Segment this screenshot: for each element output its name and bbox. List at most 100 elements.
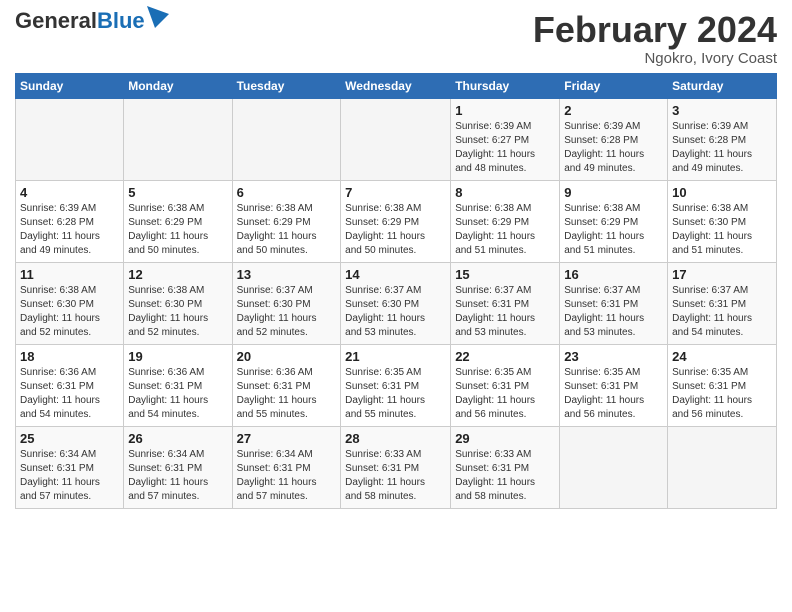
calendar-week-row: 11 Sunrise: 6:38 AM Sunset: 6:30 PM Dayli…: [16, 262, 777, 344]
table-row: 23 Sunrise: 6:35 AM Sunset: 6:31 PM Dayli…: [560, 344, 668, 426]
col-wednesday: Wednesday: [341, 73, 451, 98]
day-number: 16: [564, 267, 663, 282]
table-row: 10Sunrise: 6:38 AM Sunset: 6:30 PM Dayli…: [668, 180, 777, 262]
calendar-week-row: 4 Sunrise: 6:39 AM Sunset: 6:28 PM Daylig…: [16, 180, 777, 262]
day-number: 29: [455, 431, 555, 446]
col-tuesday: Tuesday: [232, 73, 341, 98]
table-row: 4 Sunrise: 6:39 AM Sunset: 6:28 PM Daylig…: [16, 180, 124, 262]
table-row: 19 Sunrise: 6:36 AM Sunset: 6:31 PM Dayli…: [124, 344, 232, 426]
day-number: 25: [20, 431, 119, 446]
day-number: 18: [20, 349, 119, 364]
table-row: 24 Sunrise: 6:35 AM Sunset: 6:31 PM Dayli…: [668, 344, 777, 426]
day-number: 28: [345, 431, 446, 446]
logo: GeneralBlue: [15, 10, 169, 32]
day-info: Sunrise: 6:38 AM Sunset: 6:30 PM Dayligh…: [128, 284, 227, 340]
calendar-week-row: 18 Sunrise: 6:36 AM Sunset: 6:31 PM Dayli…: [16, 344, 777, 426]
logo-text: GeneralBlue: [15, 10, 145, 32]
table-row: 25 Sunrise: 6:34 AM Sunset: 6:31 PM Dayli…: [16, 426, 124, 508]
table-row: 8 Sunrise: 6:38 AM Sunset: 6:29 PM Daylig…: [451, 180, 560, 262]
table-row: [560, 426, 668, 508]
logo-arrow-icon: [147, 6, 169, 28]
col-sunday: Sunday: [16, 73, 124, 98]
calendar-week-row: 25 Sunrise: 6:34 AM Sunset: 6:31 PM Dayli…: [16, 426, 777, 508]
table-row: [124, 98, 232, 180]
day-info: Sunrise: 6:36 AM Sunset: 6:31 PM Dayligh…: [128, 366, 227, 422]
day-number: 17: [672, 267, 772, 282]
day-info: Sunrise: 6:35 AM Sunset: 6:31 PM Dayligh…: [564, 366, 663, 422]
day-info: Sunrise: 6:34 AM Sunset: 6:31 PM Dayligh…: [237, 448, 337, 504]
day-number: 23: [564, 349, 663, 364]
table-row: 22 Sunrise: 6:35 AM Sunset: 6:31 PM Dayli…: [451, 344, 560, 426]
day-info: Sunrise: 6:38 AM Sunset: 6:29 PM Dayligh…: [128, 202, 227, 258]
table-row: 17 Sunrise: 6:37 AM Sunset: 6:31 PM Dayli…: [668, 262, 777, 344]
day-info: Sunrise: 6:35 AM Sunset: 6:31 PM Dayligh…: [345, 366, 446, 422]
calendar-week-row: 1 Sunrise: 6:39 AM Sunset: 6:27 PM Daylig…: [16, 98, 777, 180]
day-number: 12: [128, 267, 227, 282]
day-number: 27: [237, 431, 337, 446]
table-row: 9 Sunrise: 6:38 AM Sunset: 6:29 PM Daylig…: [560, 180, 668, 262]
col-saturday: Saturday: [668, 73, 777, 98]
day-info: Sunrise: 6:33 AM Sunset: 6:31 PM Dayligh…: [345, 448, 446, 504]
table-row: 3Sunrise: 6:39 AM Sunset: 6:28 PM Daylig…: [668, 98, 777, 180]
day-number: 11: [20, 267, 119, 282]
table-row: 1 Sunrise: 6:39 AM Sunset: 6:27 PM Daylig…: [451, 98, 560, 180]
table-row: 27 Sunrise: 6:34 AM Sunset: 6:31 PM Dayli…: [232, 426, 341, 508]
day-number: 9: [564, 185, 663, 200]
table-row: 28 Sunrise: 6:33 AM Sunset: 6:31 PM Dayli…: [341, 426, 451, 508]
day-info: Sunrise: 6:39 AM Sunset: 6:28 PM Dayligh…: [564, 120, 663, 176]
day-number: 5: [128, 185, 227, 200]
day-number: 22: [455, 349, 555, 364]
day-number: 13: [237, 267, 337, 282]
table-row: 11 Sunrise: 6:38 AM Sunset: 6:30 PM Dayli…: [16, 262, 124, 344]
day-number: 24: [672, 349, 772, 364]
day-info: Sunrise: 6:38 AM Sunset: 6:30 PM Dayligh…: [672, 202, 772, 258]
day-number: 19: [128, 349, 227, 364]
table-row: [16, 98, 124, 180]
day-number: 6: [237, 185, 337, 200]
table-row: 13Sunrise: 6:37 AM Sunset: 6:30 PM Dayli…: [232, 262, 341, 344]
day-number: 2: [564, 103, 663, 118]
header: GeneralBlue February 2024 Ngokro, Ivory …: [15, 10, 777, 67]
calendar-table: Sunday Monday Tuesday Wednesday Thursday…: [15, 73, 777, 509]
day-number: 4: [20, 185, 119, 200]
day-number: 15: [455, 267, 555, 282]
day-info: Sunrise: 6:36 AM Sunset: 6:31 PM Dayligh…: [237, 366, 337, 422]
table-row: [668, 426, 777, 508]
table-row: 14 Sunrise: 6:37 AM Sunset: 6:30 PM Dayli…: [341, 262, 451, 344]
day-info: Sunrise: 6:39 AM Sunset: 6:28 PM Dayligh…: [20, 202, 119, 258]
day-number: 7: [345, 185, 446, 200]
day-info: Sunrise: 6:34 AM Sunset: 6:31 PM Dayligh…: [20, 448, 119, 504]
table-row: [232, 98, 341, 180]
table-row: 16Sunrise: 6:37 AM Sunset: 6:31 PM Dayli…: [560, 262, 668, 344]
day-number: 21: [345, 349, 446, 364]
day-number: 14: [345, 267, 446, 282]
col-thursday: Thursday: [451, 73, 560, 98]
main-title: February 2024: [533, 10, 777, 50]
subtitle: Ngokro, Ivory Coast: [533, 50, 777, 67]
day-number: 20: [237, 349, 337, 364]
day-number: 1: [455, 103, 555, 118]
table-row: 18 Sunrise: 6:36 AM Sunset: 6:31 PM Dayli…: [16, 344, 124, 426]
day-number: 8: [455, 185, 555, 200]
day-info: Sunrise: 6:39 AM Sunset: 6:27 PM Dayligh…: [455, 120, 555, 176]
day-info: Sunrise: 6:38 AM Sunset: 6:29 PM Dayligh…: [345, 202, 446, 258]
col-friday: Friday: [560, 73, 668, 98]
table-row: 2 Sunrise: 6:39 AM Sunset: 6:28 PM Daylig…: [560, 98, 668, 180]
day-info: Sunrise: 6:38 AM Sunset: 6:29 PM Dayligh…: [564, 202, 663, 258]
day-info: Sunrise: 6:37 AM Sunset: 6:31 PM Dayligh…: [672, 284, 772, 340]
table-row: 7 Sunrise: 6:38 AM Sunset: 6:29 PM Daylig…: [341, 180, 451, 262]
table-row: 29 Sunrise: 6:33 AM Sunset: 6:31 PM Dayli…: [451, 426, 560, 508]
table-row: 12 Sunrise: 6:38 AM Sunset: 6:30 PM Dayli…: [124, 262, 232, 344]
day-info: Sunrise: 6:34 AM Sunset: 6:31 PM Dayligh…: [128, 448, 227, 504]
day-info: Sunrise: 6:37 AM Sunset: 6:30 PM Dayligh…: [345, 284, 446, 340]
calendar-header-row: Sunday Monday Tuesday Wednesday Thursday…: [16, 73, 777, 98]
day-number: 3: [672, 103, 772, 118]
title-area: February 2024 Ngokro, Ivory Coast: [533, 10, 777, 67]
day-info: Sunrise: 6:38 AM Sunset: 6:29 PM Dayligh…: [455, 202, 555, 258]
day-info: Sunrise: 6:35 AM Sunset: 6:31 PM Dayligh…: [455, 366, 555, 422]
day-info: Sunrise: 6:38 AM Sunset: 6:30 PM Dayligh…: [20, 284, 119, 340]
day-info: Sunrise: 6:35 AM Sunset: 6:31 PM Dayligh…: [672, 366, 772, 422]
day-info: Sunrise: 6:36 AM Sunset: 6:31 PM Dayligh…: [20, 366, 119, 422]
table-row: [341, 98, 451, 180]
day-info: Sunrise: 6:33 AM Sunset: 6:31 PM Dayligh…: [455, 448, 555, 504]
